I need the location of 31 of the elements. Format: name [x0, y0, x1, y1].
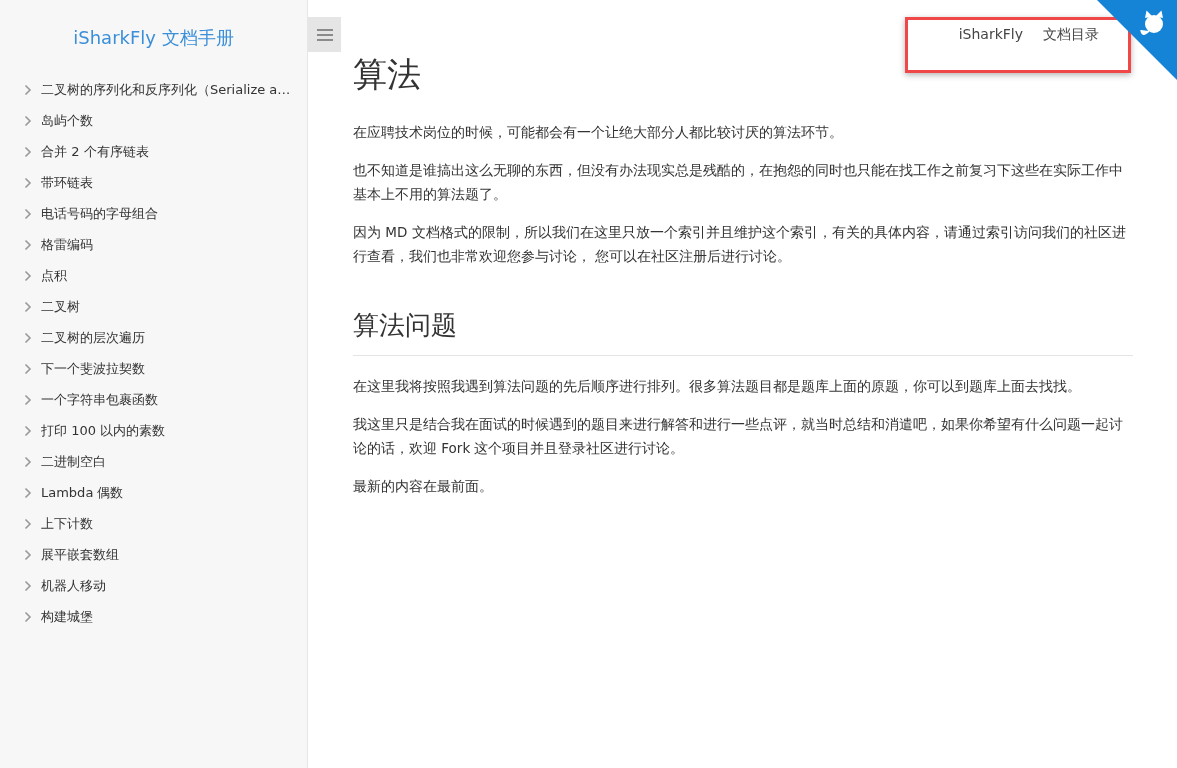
- sidebar-item[interactable]: 二进制空白: [24, 446, 307, 477]
- sidebar-item[interactable]: 打印 100 以内的素数: [24, 415, 307, 446]
- sidebar-item[interactable]: Lambda 偶数: [24, 477, 307, 508]
- sidebar-item[interactable]: 带环链表: [24, 167, 307, 198]
- sidebar-item[interactable]: 构建城堡: [24, 601, 307, 632]
- nav-link[interactable]: iSharkFly: [958, 26, 1023, 44]
- paragraph: 在这里我将按照我遇到算法问题的先后顺序进行排列。很多算法题目都是题库上面的原题，你可以到题库上面去找找。: [353, 377, 1082, 396]
- section-heading: 算法问题: [353, 308, 1133, 356]
- sidebar-item[interactable]: 点积: [24, 260, 307, 291]
- paragraph: 最新的内容在最前面。: [353, 477, 494, 496]
- sidebar-item[interactable]: 岛屿个数: [24, 105, 307, 136]
- sidebar-item[interactable]: 下一个斐波拉契数: [24, 353, 307, 384]
- sidebar-item[interactable]: 上下计数: [24, 508, 307, 539]
- sidebar-item[interactable]: 电话号码的字母组合: [24, 198, 307, 229]
- sidebar-item[interactable]: 二叉树: [24, 291, 307, 322]
- sidebar-item[interactable]: 一个字符串包裹函数: [24, 384, 307, 415]
- sidebar-item[interactable]: 展平嵌套数组: [24, 539, 307, 570]
- menu-icon: [316, 28, 333, 41]
- github-corner-icon[interactable]: [1097, 0, 1177, 80]
- paragraph: 我这里只是结合我在面试的时候遇到的题目来进行解答和进行一些点评，就当时总结和消遣吧，如果你希望有什么问题一起讨论的话，欢迎 Fork 这个项目并且登录社区进行讨论。: [353, 415, 1124, 458]
- paragraph: 也不知道是谁搞出这么无聊的东西，但没有办法现实总是残酷的，在抱怨的同时也只能在找工作之前复习下这些在实际工作中基本上不用的算法题了。: [353, 161, 1124, 204]
- sidebar-item[interactable]: 二叉树的层次遍历: [24, 322, 307, 353]
- sidebar-item[interactable]: 格雷编码: [24, 229, 307, 260]
- sidebar-item[interactable]: 二叉树的序列化和反序列化（Serialize a…: [24, 74, 307, 105]
- paragraph: 因为 MD 文档格式的限制，所以我们在这里只放一个索引并且维护这个索引，有关的具体内容，请通过索引访问我们的社区进行查看，我们也非常欢迎您参与讨论， 您可以在社区注册后进行讨论。: [353, 223, 1127, 266]
- menu-button[interactable]: [308, 17, 341, 52]
- nav-link[interactable]: 文档目录: [1043, 26, 1099, 44]
- sidebar-item[interactable]: 机器人移动: [24, 570, 307, 601]
- article-title: 算法: [353, 53, 422, 96]
- sidebar-item[interactable]: 合并 2 个有序链表: [24, 136, 307, 167]
- paragraph: 在应聘技术岗位的时候，可能都会有一个让绝大部分人都比较讨厌的算法环节。: [353, 123, 844, 142]
